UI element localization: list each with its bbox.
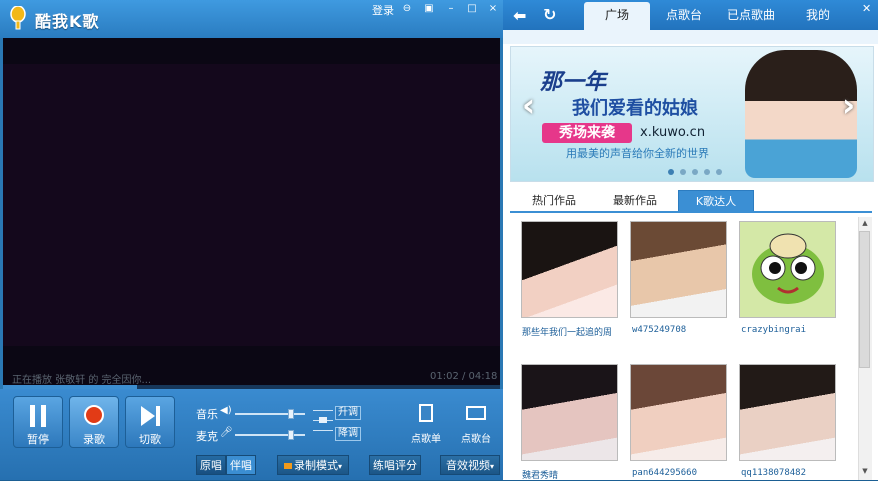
maximize-icon[interactable]: □ [463, 2, 481, 16]
user-avatar[interactable] [630, 221, 727, 318]
frog-cartoon-icon [752, 233, 824, 304]
scroll-thumb[interactable] [859, 231, 870, 368]
scroll-down-icon[interactable]: ▼ [860, 467, 870, 475]
user-avatar[interactable] [521, 364, 618, 461]
panel-subheader [503, 30, 878, 44]
skip-label: 切歌 [139, 433, 161, 446]
effect-video-dropdown[interactable]: 音效视频▾ [440, 455, 500, 475]
mic-volume-slider[interactable] [235, 434, 305, 436]
pause-label: 暂停 [27, 433, 49, 446]
banner-dot[interactable] [716, 169, 722, 175]
music-label: 音乐 [196, 408, 218, 421]
tab-requested-songs[interactable]: 已点歌曲 [718, 0, 784, 30]
accompaniment-button[interactable]: 伴唱 [226, 455, 256, 475]
music-volume-slider[interactable] [235, 413, 305, 415]
banner-next-icon[interactable]: › [842, 86, 855, 124]
banner-prev-icon[interactable]: ‹ [522, 86, 535, 124]
dropdown-arrow-icon: ▾ [489, 462, 494, 471]
tab-mine[interactable]: 我的 [785, 0, 851, 30]
key-adjust-icon [313, 408, 333, 436]
effect-video-label: 音效视频 [445, 459, 490, 472]
tab-song-request[interactable]: 点歌台 [651, 0, 717, 30]
jukebox-button[interactable]: 点歌台 [456, 402, 496, 446]
user-avatar[interactable] [739, 364, 836, 461]
subtab-hot-works[interactable]: 热门作品 [516, 190, 592, 212]
user-name[interactable]: 那些年我们一起追的周 [522, 325, 612, 338]
subtab-new-works[interactable]: 最新作品 [597, 190, 673, 212]
mic-icon: 🎤︎ [220, 427, 233, 438]
pause-button[interactable]: 暂停 [13, 396, 63, 448]
user-avatar[interactable] [630, 364, 727, 461]
mic-label: 麦克 [196, 430, 218, 443]
banner-dot[interactable] [692, 169, 698, 175]
skip-button[interactable]: 切歌 [125, 396, 175, 448]
subtab-underline [510, 211, 872, 213]
record-icon [84, 405, 104, 425]
tab-plaza[interactable]: 广场 [584, 2, 650, 30]
user-name[interactable]: crazybingrai [741, 325, 806, 335]
banner-subheadline: 我们爱看的姑娘 [572, 98, 698, 119]
key-up-button[interactable]: 升调 [335, 406, 361, 420]
banner-headline: 那一年 [540, 70, 607, 95]
scroll-up-icon[interactable]: ▲ [860, 219, 870, 227]
back-arrow-icon[interactable]: ⬅ [513, 6, 526, 25]
playlist-icon [419, 404, 433, 422]
user-name[interactable]: w475249708 [632, 325, 686, 335]
speaker-icon: ◀) [220, 405, 232, 416]
music-volume-knob[interactable] [288, 409, 294, 419]
user-avatar[interactable] [521, 221, 618, 318]
mic-volume-knob[interactable] [288, 430, 294, 440]
record-mode-icon [283, 463, 292, 469]
jukebox-label: 点歌台 [461, 434, 491, 445]
banner-badge: 秀场来袭 [542, 123, 632, 143]
pause-icon [30, 405, 46, 427]
close-icon[interactable]: × [484, 2, 502, 16]
user-avatar[interactable] [739, 221, 836, 318]
record-label: 录歌 [83, 433, 105, 446]
subtab-karaoke-stars[interactable]: K歌达人 [678, 190, 754, 212]
user-name[interactable]: 魏君秀晴 [522, 468, 558, 481]
now-playing-text: 正在播放 张敬轩 的 完全因你... [12, 375, 152, 386]
video-frame [3, 64, 500, 346]
record-button[interactable]: 录歌 [69, 396, 119, 448]
banner-girl-photo [745, 50, 857, 178]
original-vocal-button[interactable]: 原唱 [196, 455, 226, 475]
panel-close-icon[interactable]: ✕ [862, 2, 871, 15]
playlist-button[interactable]: 点歌单 [406, 402, 446, 446]
dropdown-arrow-icon: ▾ [337, 462, 342, 471]
skip-icon [141, 406, 160, 426]
record-mode-label: 录制模式 [293, 459, 338, 472]
mini-mode-icon[interactable]: ▣ [420, 2, 438, 16]
banner-dot[interactable] [680, 169, 686, 175]
playlist-label: 点歌单 [411, 434, 441, 445]
banner-slogan: 用最美的声音给你全新的世界 [566, 147, 709, 160]
practice-score-button[interactable]: 练唱评分 [369, 455, 421, 475]
app-title: 酷我K歌 [35, 12, 100, 31]
skin-icon[interactable]: ⊖ [398, 2, 416, 16]
banner-dot[interactable] [668, 169, 674, 175]
banner-dot[interactable] [704, 169, 710, 175]
key-down-button[interactable]: 降调 [335, 427, 361, 441]
jukebox-icon [466, 406, 486, 420]
user-name[interactable]: qq1138078482 [741, 468, 806, 478]
record-mode-dropdown[interactable]: 录制模式▾ [277, 455, 349, 475]
minimize-icon[interactable]: – [442, 2, 460, 16]
microphone-logo-icon [10, 6, 26, 30]
refresh-icon[interactable]: ↻ [543, 5, 556, 24]
user-name[interactable]: pan644295660 [632, 468, 697, 478]
time-display: 01:02 / 04:18 [430, 371, 498, 382]
banner-url: x.kuwo.cn [640, 125, 706, 140]
login-link[interactable]: 登录 [372, 2, 394, 18]
